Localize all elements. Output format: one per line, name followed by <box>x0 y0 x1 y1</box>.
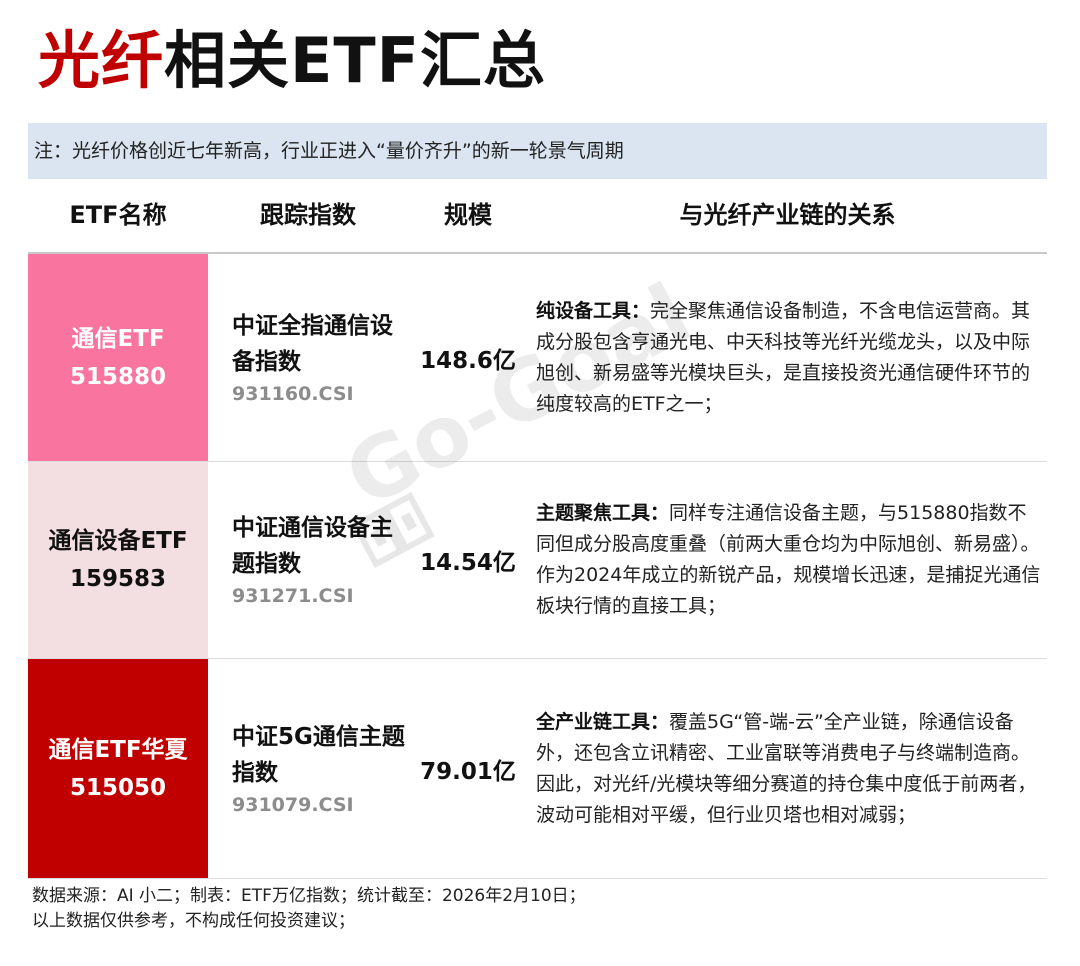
footer-disclaimer: 以上数据仅供参考，不构成任何投资建议； <box>32 911 355 931</box>
relation-lead: 全产业链工具： <box>536 710 670 733</box>
index-code: 931271.CSI <box>232 585 354 607</box>
etf-name: 通信设备ETF <box>48 528 188 554</box>
etf-code: 515880 <box>69 363 167 390</box>
scale-value: 79.01亿 <box>420 758 516 785</box>
header-scale: 规模 <box>444 201 492 229</box>
etf-name-cell: 通信ETF 515880 <box>28 254 208 461</box>
index-name: 中证5G通信主题指数 <box>232 723 405 786</box>
etf-name: 通信ETF <box>71 325 165 352</box>
relation-cell: 主题聚焦工具：同样专注通信设备主题，与515880指数不同但成分股高度重叠（前两… <box>536 462 1041 658</box>
index-name: 中证全指通信设备指数 <box>232 312 393 375</box>
title-rest: 相关ETF汇总 <box>164 24 547 97</box>
title-highlight: 光纤 <box>38 24 165 97</box>
index-cell: 中证5G通信主题指数 931079.CSI <box>232 659 412 878</box>
etf-code: 515050 <box>69 774 167 801</box>
relation-cell: 全产业链工具：覆盖5G“管-端-云”全产业链，除通信设备外，还包含立讯精密、工业… <box>536 659 1041 878</box>
page-title: 光纤相关ETF汇总 <box>38 30 546 92</box>
etf-name-cell: 通信设备ETF 159583 <box>28 462 208 658</box>
index-code: 931079.CSI <box>232 793 354 816</box>
note-banner: 注：光纤价格创近七年新高，行业正进入“量价齐升”的新一轮景气周期 <box>28 123 1047 179</box>
footer-source: 数据来源：AI 小二；制表：ETF万亿指数；统计截至：2026年2月10日； <box>32 886 586 906</box>
table-row: 通信ETF华夏 515050 中证5G通信主题指数 931079.CSI 79.… <box>28 659 1047 879</box>
header-etf-name: ETF名称 <box>69 201 167 229</box>
relation-lead: 主题聚焦工具： <box>536 502 670 524</box>
etf-name: 通信ETF华夏 <box>48 736 188 763</box>
index-code: 931160.CSI <box>232 382 354 405</box>
footer: 数据来源：AI 小二；制表：ETF万亿指数；统计截至：2026年2月10日； 以… <box>32 884 586 934</box>
table-header: ETF名称 跟踪指数 规模 与光纤产业链的关系 <box>28 179 1047 254</box>
header-tracking-index: 跟踪指数 <box>260 201 356 229</box>
etf-code: 159583 <box>69 566 167 592</box>
header-relation: 与光纤产业链的关系 <box>679 201 896 229</box>
table-row: 通信设备ETF 159583 中证通信设备主题指数 931271.CSI 14.… <box>28 462 1047 659</box>
etf-name-cell: 通信ETF华夏 515050 <box>28 659 208 878</box>
